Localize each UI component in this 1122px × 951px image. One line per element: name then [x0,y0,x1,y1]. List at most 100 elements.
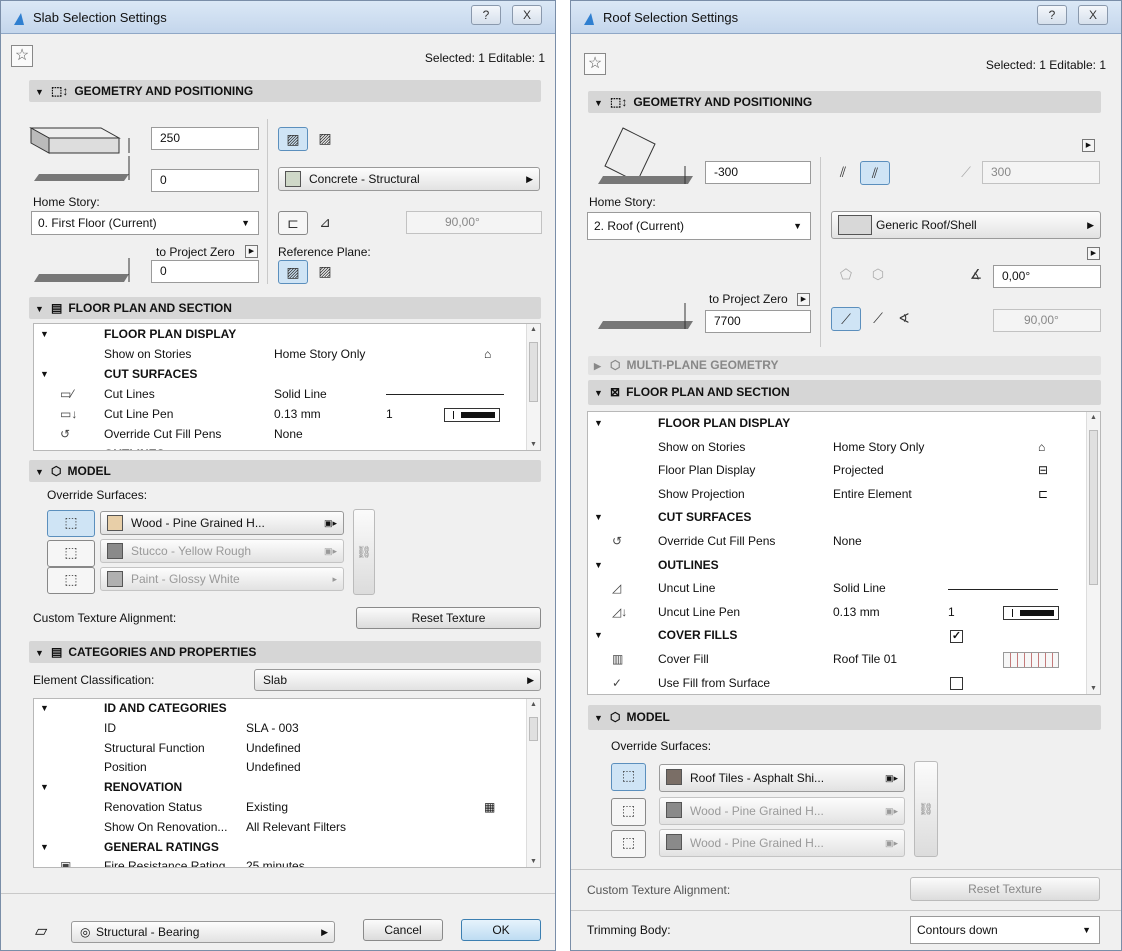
row-value[interactable]: SLA - 003 [246,719,299,739]
group-header-row[interactable]: ▼ CUT SURFACES [588,506,1086,530]
roof-plane-alt-icon[interactable]: ⬡ [863,263,893,287]
collapse-arrow-icon[interactable]: ▼ [594,624,603,648]
slope-angle-icon[interactable]: ∡ [961,263,991,287]
cancel-button[interactable]: Cancel [363,919,443,941]
row-value[interactable]: Undefined [246,739,301,759]
scroll-down-icon[interactable]: ▼ [1090,685,1097,692]
table-row[interactable]: Floor Plan Display Projected ⊟ [588,459,1086,483]
top-surface-icon[interactable]: ⬚ [47,510,95,537]
group-header-row[interactable]: ▼ OUTLINES [34,444,526,450]
pen-weight-sample[interactable] [444,404,500,424]
offset-input[interactable]: 0 [151,169,259,192]
row-value[interactable]: Solid Line [274,384,327,404]
classification-select[interactable]: Slab ▶ [254,669,541,691]
table-row[interactable]: ◿ Uncut Line Solid Line [588,577,1086,601]
reset-texture-button[interactable]: Reset Texture [910,877,1100,901]
reset-texture-button[interactable]: Reset Texture [356,607,541,629]
table-row[interactable]: Renovation Status Existing ▦ [34,798,526,818]
table-row[interactable]: ↺ Override Cut Fill Pens None [588,530,1086,554]
row-value[interactable]: 25 minutes [246,857,305,867]
row-value[interactable]: Home Story Only [274,344,365,364]
scrollbar[interactable]: ▲ ▼ [1086,412,1100,694]
row-value[interactable]: Undefined [246,758,301,778]
help-button[interactable]: ? [471,5,501,25]
floor-plan-section-header[interactable]: ▼ ▤ FLOOR PLAN AND SECTION [29,297,541,319]
group-header-row[interactable]: ▼ GENERAL RATINGS [34,838,526,858]
chain-link-icon[interactable]: ⛓ [914,761,938,857]
table-row[interactable]: ▥ Cover Fill Roof Tile 01 [588,648,1086,672]
table-row[interactable]: ✓ Use Fill from Surface [588,672,1086,694]
home-story-select[interactable]: 0. First Floor (Current) ▼ [31,211,259,235]
help-button[interactable]: ? [1037,5,1067,25]
checkbox[interactable] [950,672,963,694]
group-header-row[interactable]: ▼ CUT SURFACES [34,364,526,384]
floor-plan-section-header[interactable]: ▼ ⊠ FLOOR PLAN AND SECTION [588,380,1101,405]
row-value[interactable]: Solid Line [833,577,886,601]
bottom-surface-icon[interactable]: ⬚ [611,830,646,858]
expand-icon[interactable]: ▶ [245,245,258,258]
checkbox-checked[interactable]: ✓ [950,624,963,648]
structure-material-picker[interactable]: Concrete - Structural ▶ [278,167,540,191]
collapse-arrow-icon[interactable]: ▼ [40,699,49,719]
scroll-down-icon[interactable]: ▼ [530,858,537,865]
model-section-header[interactable]: ▼ ⬡ MODEL [29,460,541,482]
group-header-row[interactable]: ▼ OUTLINES [588,554,1086,578]
row-value[interactable]: Home Story Only [833,436,924,460]
table-row[interactable]: Show On Renovation... All Relevant Filter… [34,818,526,838]
table-row[interactable]: ▭⁄ Cut Lines Solid Line [34,384,526,404]
table-row[interactable]: Show Projection Entire Element ⊏ [588,483,1086,507]
slab-edge-icon[interactable]: ▨ [278,127,308,151]
table-row[interactable]: ▭↓ Cut Line Pen 0.13 mm 1 [34,404,526,424]
scroll-thumb[interactable] [1089,430,1098,585]
projection-icon[interactable]: ⊏ [1038,483,1048,507]
group-header-row[interactable]: ▼ FLOOR PLAN DISPLAY [34,324,526,344]
thickness-input[interactable]: 250 [151,127,259,150]
reference-plane-bottom-icon[interactable]: ▨ [310,260,340,284]
eave-perpendicular-icon[interactable]: ⟋ [831,307,861,331]
projected-icon[interactable]: ⊟ [1038,459,1048,483]
collapse-arrow-icon[interactable]: ▼ [594,554,603,578]
collapse-arrow-icon[interactable]: ▼ [40,444,49,450]
categories-section-header[interactable]: ▼ ▤ CATEGORIES AND PROPERTIES [29,641,541,663]
home-story-select[interactable]: 2. Roof (Current) ▼ [587,212,811,240]
expand-icon[interactable]: ▶ [797,293,810,306]
edge-angle-input[interactable]: 90,00° [406,211,542,234]
pivot-icon[interactable]: ⟋ [951,161,981,185]
favorites-star-icon[interactable]: ☆ [584,53,606,75]
scroll-thumb[interactable] [529,717,538,741]
structure-material-picker[interactable]: Generic Roof/Shell ▶ [831,211,1101,239]
project-zero-input[interactable]: 7700 [705,310,811,333]
row-value[interactable]: Projected [833,459,884,483]
collapse-arrow-icon[interactable]: ▼ [40,838,49,858]
roof-plane-icon[interactable]: ⬠ [831,263,861,287]
scroll-up-icon[interactable]: ▲ [530,701,537,708]
pen-number[interactable]: 1 [386,404,393,424]
top-surface-picker[interactable]: Roof Tiles - Asphalt Shi... ▣▸ [659,764,905,792]
row-value[interactable]: Existing [246,798,288,818]
edge-surface-picker[interactable]: Stucco - Yellow Rough ▣▸ [100,539,344,563]
scrollbar[interactable]: ▲ ▼ [526,699,540,867]
collapse-arrow-icon[interactable]: ▼ [594,506,603,530]
stories-icon[interactable]: ⌂ [1038,436,1045,460]
slope-angle-input[interactable]: 0,00° [993,265,1101,288]
collapse-arrow-icon[interactable]: ▼ [40,364,49,384]
scroll-thumb[interactable] [529,342,538,402]
pen-weight-sample[interactable] [1003,601,1059,625]
collapse-arrow-icon[interactable]: ▼ [40,778,49,798]
edge-surface-icon[interactable]: ⬚ [611,798,646,826]
line-type-sample[interactable] [386,384,504,404]
scrollbar[interactable]: ▲ ▼ [526,324,540,450]
row-value[interactable]: Roof Tile 01 [833,648,897,672]
project-zero-input[interactable]: 0 [151,260,259,283]
close-button[interactable]: X [1078,5,1108,25]
stories-icon[interactable]: ⌂ [484,344,491,364]
edge-angle-icon[interactable]: ⊿ [310,211,340,235]
geometry-section-header[interactable]: ▼ ⬚↕ GEOMETRY AND POSITIONING [29,80,541,102]
group-header-row[interactable]: ▼ COVER FILLS ✓ [588,624,1086,648]
model-section-header[interactable]: ▼ ⬡ MODEL [588,705,1101,730]
eave-angle-icon[interactable]: ∢ [889,307,919,331]
table-row[interactable]: ▣ Fire Resistance Rating 25 minutes [34,857,526,867]
line-type-sample[interactable] [948,577,1058,601]
table-row[interactable]: Structural Function Undefined [34,739,526,759]
top-surface-picker[interactable]: Wood - Pine Grained H... ▣▸ [100,511,344,535]
